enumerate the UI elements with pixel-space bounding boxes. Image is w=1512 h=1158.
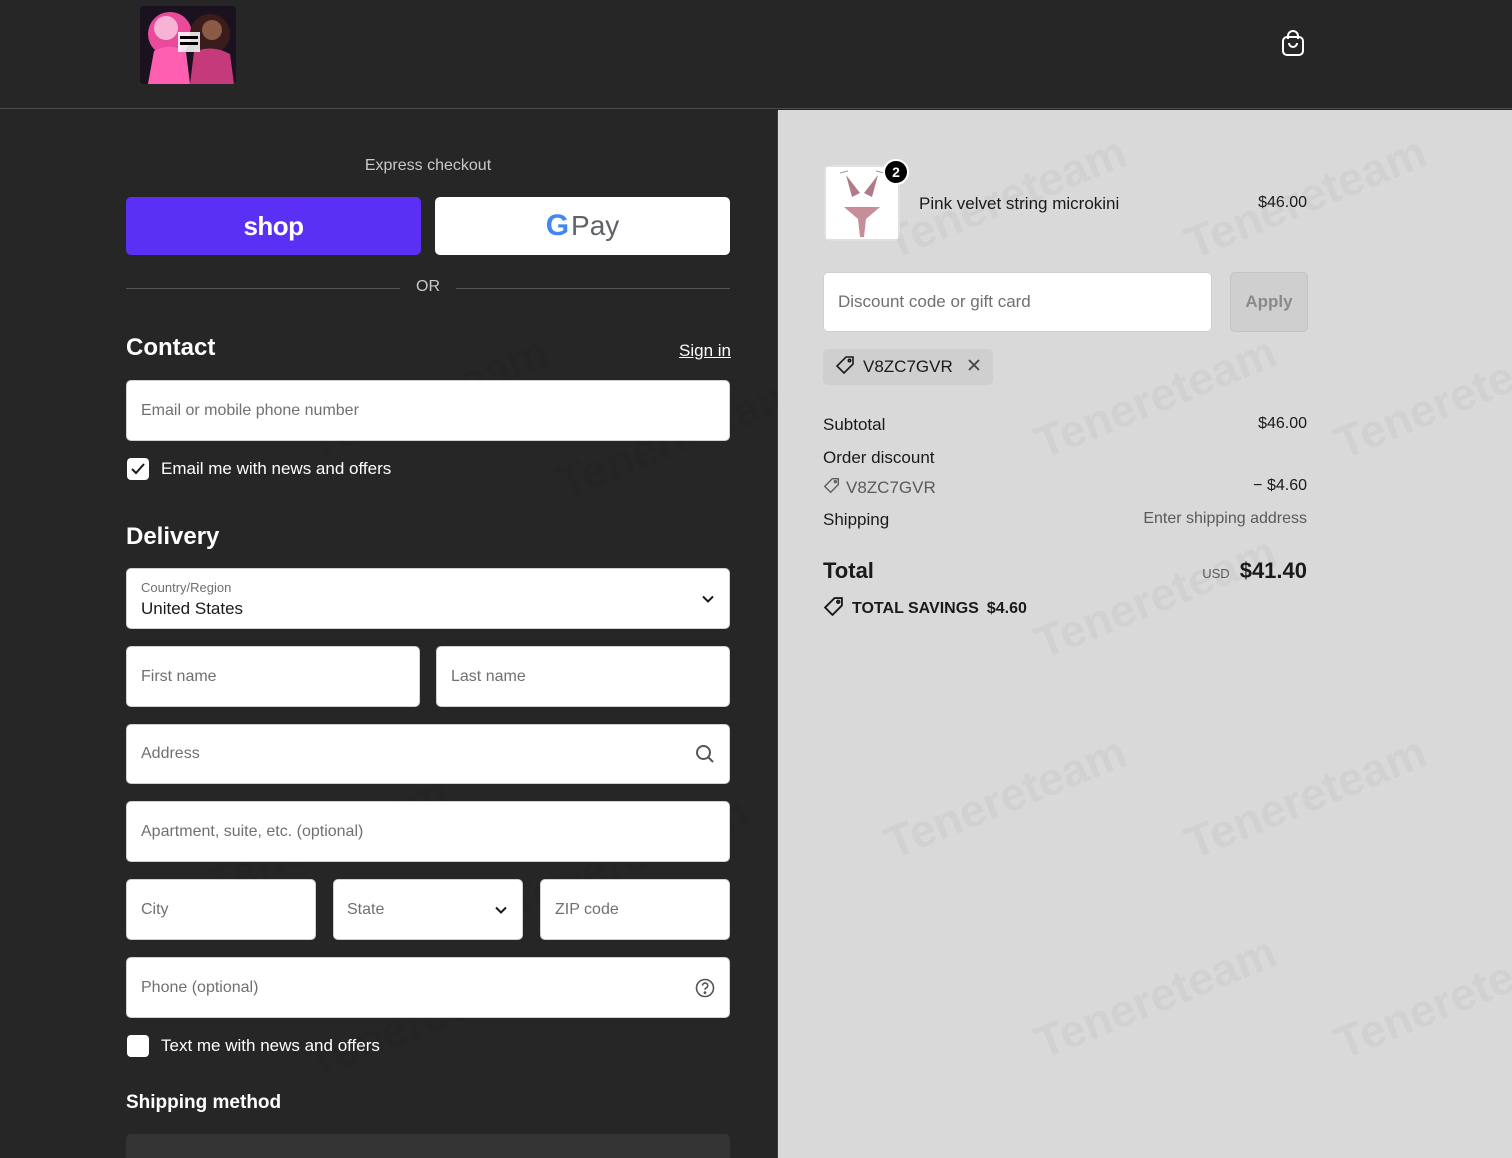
city-field[interactable]: City <box>126 879 316 940</box>
tag-icon <box>835 355 855 380</box>
cart-button[interactable] <box>1276 28 1310 62</box>
shop-pay-label: shop <box>243 210 304 241</box>
discount-code-row: V8ZC7GVR <box>823 477 936 499</box>
text-news-checkbox-row[interactable]: Text me with news and offers <box>127 1035 380 1057</box>
order-discount-label: Order discount <box>823 448 935 467</box>
contact-title: Contact <box>126 334 216 361</box>
shipping-label: Shipping <box>823 510 890 529</box>
last-name-placeholder: Last name <box>451 667 526 685</box>
close-icon <box>967 357 981 377</box>
discount-placeholder: Discount code or gift card <box>838 292 1031 311</box>
subtotal-value: $46.00 <box>1258 415 1307 432</box>
help-icon[interactable] <box>695 978 715 998</box>
discount-value: − $4.60 <box>1253 477 1307 494</box>
text-news-label: Text me with news and offers <box>161 1036 380 1055</box>
applied-code-label: V8ZC7GVR <box>863 357 953 376</box>
product-price: $46.00 <box>1258 194 1307 211</box>
or-label: OR <box>416 278 440 295</box>
express-checkout-label: Express checkout <box>364 157 492 174</box>
shopping-bag-icon <box>1280 29 1306 62</box>
address-placeholder: Address <box>141 745 200 762</box>
total-savings-row: TOTAL SAVINGS $4.60 <box>823 596 1027 622</box>
remove-discount-button[interactable] <box>967 357 981 377</box>
email-news-label: Email me with news and offers <box>161 459 392 478</box>
shipping-method-title: Shipping method <box>126 1092 282 1113</box>
state-placeholder: State <box>347 900 385 918</box>
chevron-down-icon <box>701 594 715 603</box>
discount-code-input[interactable]: Discount code or gift card <box>823 272 1212 332</box>
chevron-down-icon <box>494 905 508 914</box>
state-select[interactable]: State <box>333 879 523 940</box>
last-name-field[interactable]: Last name <box>436 646 730 707</box>
google-pay-label: Pay <box>571 210 620 241</box>
shipping-value: Enter shipping address <box>1143 510 1307 527</box>
shipping-method-box <box>126 1134 730 1158</box>
store-logo[interactable] <box>140 6 236 84</box>
text-news-checkbox[interactable] <box>127 1035 149 1057</box>
google-pay-button[interactable]: G Pay <box>435 197 730 255</box>
first-name-placeholder: First name <box>141 667 217 685</box>
total-row: USD $41.40 <box>1202 558 1307 584</box>
phone-placeholder: Phone (optional) <box>141 978 259 996</box>
country-value: United States <box>141 599 244 618</box>
order-summary-panel: Tenereteam Tenereteam Tenereteam Teneret… <box>777 110 1512 1158</box>
tag-icon <box>823 596 844 622</box>
or-divider: OR <box>126 278 730 298</box>
total-savings-label: TOTAL SAVINGS <box>852 600 979 617</box>
email-field[interactable]: Email or mobile phone number <box>126 380 730 441</box>
country-label: Country/Region <box>141 580 232 595</box>
total-savings-value: $4.60 <box>986 600 1027 617</box>
tag-icon <box>823 477 840 499</box>
country-select[interactable]: Country/Region United States <box>126 568 730 629</box>
product-name: Pink velvet string microkini <box>919 194 1120 213</box>
apply-button[interactable]: Apply <box>1230 272 1308 332</box>
subtotal-label: Subtotal <box>823 415 886 434</box>
total-value: $41.40 <box>1239 558 1307 583</box>
google-g-icon: G <box>545 209 570 242</box>
zip-field[interactable]: ZIP code <box>540 879 730 940</box>
total-label: Total <box>823 558 874 583</box>
shop-pay-button[interactable]: shop <box>126 197 421 255</box>
sign-in-link[interactable]: Sign in <box>679 341 731 361</box>
address-field[interactable]: Address <box>126 724 730 784</box>
delivery-title: Delivery <box>126 523 220 550</box>
applied-discount-chip: V8ZC7GVR <box>823 349 993 385</box>
email-placeholder: Email or mobile phone number <box>141 401 359 419</box>
currency-label: USD <box>1202 566 1230 581</box>
apartment-placeholder: Apartment, suite, etc. (optional) <box>141 822 364 840</box>
zip-placeholder: ZIP code <box>555 900 619 918</box>
first-name-field[interactable]: First name <box>126 646 420 707</box>
header <box>0 0 1512 109</box>
email-news-checkbox[interactable] <box>127 458 149 480</box>
email-news-checkbox-row[interactable]: Email me with news and offers <box>127 458 391 480</box>
phone-field[interactable]: Phone (optional) <box>126 957 730 1018</box>
city-placeholder: City <box>141 900 169 918</box>
discount-code-label: V8ZC7GVR <box>846 478 936 497</box>
apartment-field[interactable]: Apartment, suite, etc. (optional) <box>126 801 730 862</box>
search-icon[interactable] <box>695 744 715 764</box>
quantity-badge: 2 <box>883 159 909 185</box>
